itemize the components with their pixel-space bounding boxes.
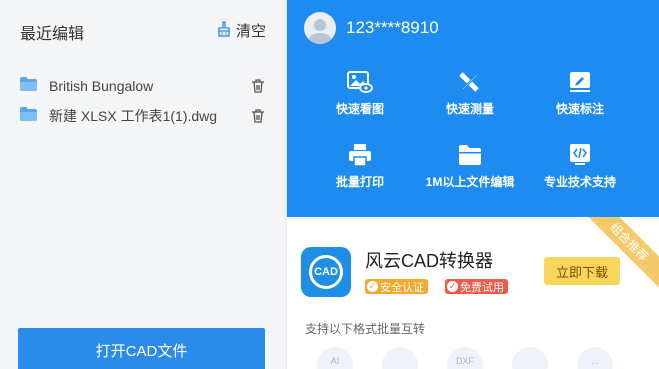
promo-card: 组合推荐 CAD 风云CAD转换器 ✓ 安全认证 ✓ 免费试用 立即下载 支持以…	[287, 217, 659, 369]
more-formats-icon[interactable]: ...	[577, 347, 613, 369]
supported-formats-text: 支持以下格式批量互转	[305, 322, 426, 336]
format-ai-icon[interactable]: AI	[317, 347, 353, 369]
feature-label: 1M以上文件编辑	[425, 175, 515, 189]
broom-icon	[216, 20, 232, 41]
format-dxf-icon[interactable]: DXF	[447, 347, 483, 369]
feature-label: 专业技术支持	[543, 175, 616, 189]
recent-files-panel: 最近编辑 清空 British Bungalow 新建 XLSX 工作表1(1)…	[0, 0, 287, 369]
clear-label: 清空	[236, 23, 267, 40]
feature-batch-print[interactable]: 批量打印	[310, 143, 410, 190]
feature-label: 快速测量	[445, 102, 494, 116]
printer-icon	[349, 144, 371, 167]
feature-label: 快速看图	[335, 102, 384, 116]
avatar[interactable]	[304, 12, 336, 44]
file-name: British Bungalow	[49, 78, 154, 94]
recent-file-item[interactable]: 新建 XLSX 工作表1(1).dwg	[20, 105, 270, 127]
folder-icon	[20, 106, 37, 126]
feature-quick-measure[interactable]: 快速测量	[420, 70, 520, 117]
safe-certified-badge: ✓ 安全认证	[365, 279, 428, 294]
clear-button[interactable]: 清空	[216, 20, 266, 41]
account-phone: 123****8910	[346, 18, 439, 37]
file-name: 新建 XLSX 工作表1(1).dwg	[49, 108, 218, 124]
check-icon: ✓	[367, 281, 378, 292]
folder-icon	[20, 76, 37, 96]
app-name: 风云CAD转换器	[365, 251, 494, 271]
check-icon: ✓	[447, 281, 458, 292]
feature-quick-view[interactable]: 快速看图	[310, 70, 410, 117]
annotate-icon	[570, 72, 590, 92]
logo-text: CAD	[309, 255, 343, 289]
recent-file-item[interactable]: British Bungalow	[20, 75, 270, 97]
feature-quick-annotate[interactable]: 快速标注	[530, 70, 630, 117]
account-features-panel: 123****8910 快速看图 快速测量 快速标注 批量打印 1M以上文件编辑…	[287, 0, 659, 217]
format-pdf-icon[interactable]	[512, 347, 548, 369]
feature-label: 快速标注	[555, 102, 604, 116]
open-cad-file-button[interactable]: 打开CAD文件	[18, 328, 265, 369]
feature-tech-support[interactable]: 专业技术支持	[530, 143, 630, 190]
folder-icon	[459, 145, 481, 165]
feature-large-file-edit[interactable]: 1M以上文件编辑	[420, 143, 520, 190]
ruler-pencil-icon	[459, 72, 479, 92]
feature-label: 批量打印	[335, 175, 384, 189]
recent-edits-title: 最近编辑	[20, 26, 85, 43]
code-icon	[570, 144, 590, 165]
cad-converter-logo: CAD	[301, 247, 351, 297]
image-eye-icon	[347, 71, 373, 93]
format-settings-icon[interactable]	[382, 347, 418, 369]
free-trial-badge: ✓ 免费试用	[445, 279, 508, 294]
download-now-button[interactable]: 立即下载	[544, 257, 620, 285]
